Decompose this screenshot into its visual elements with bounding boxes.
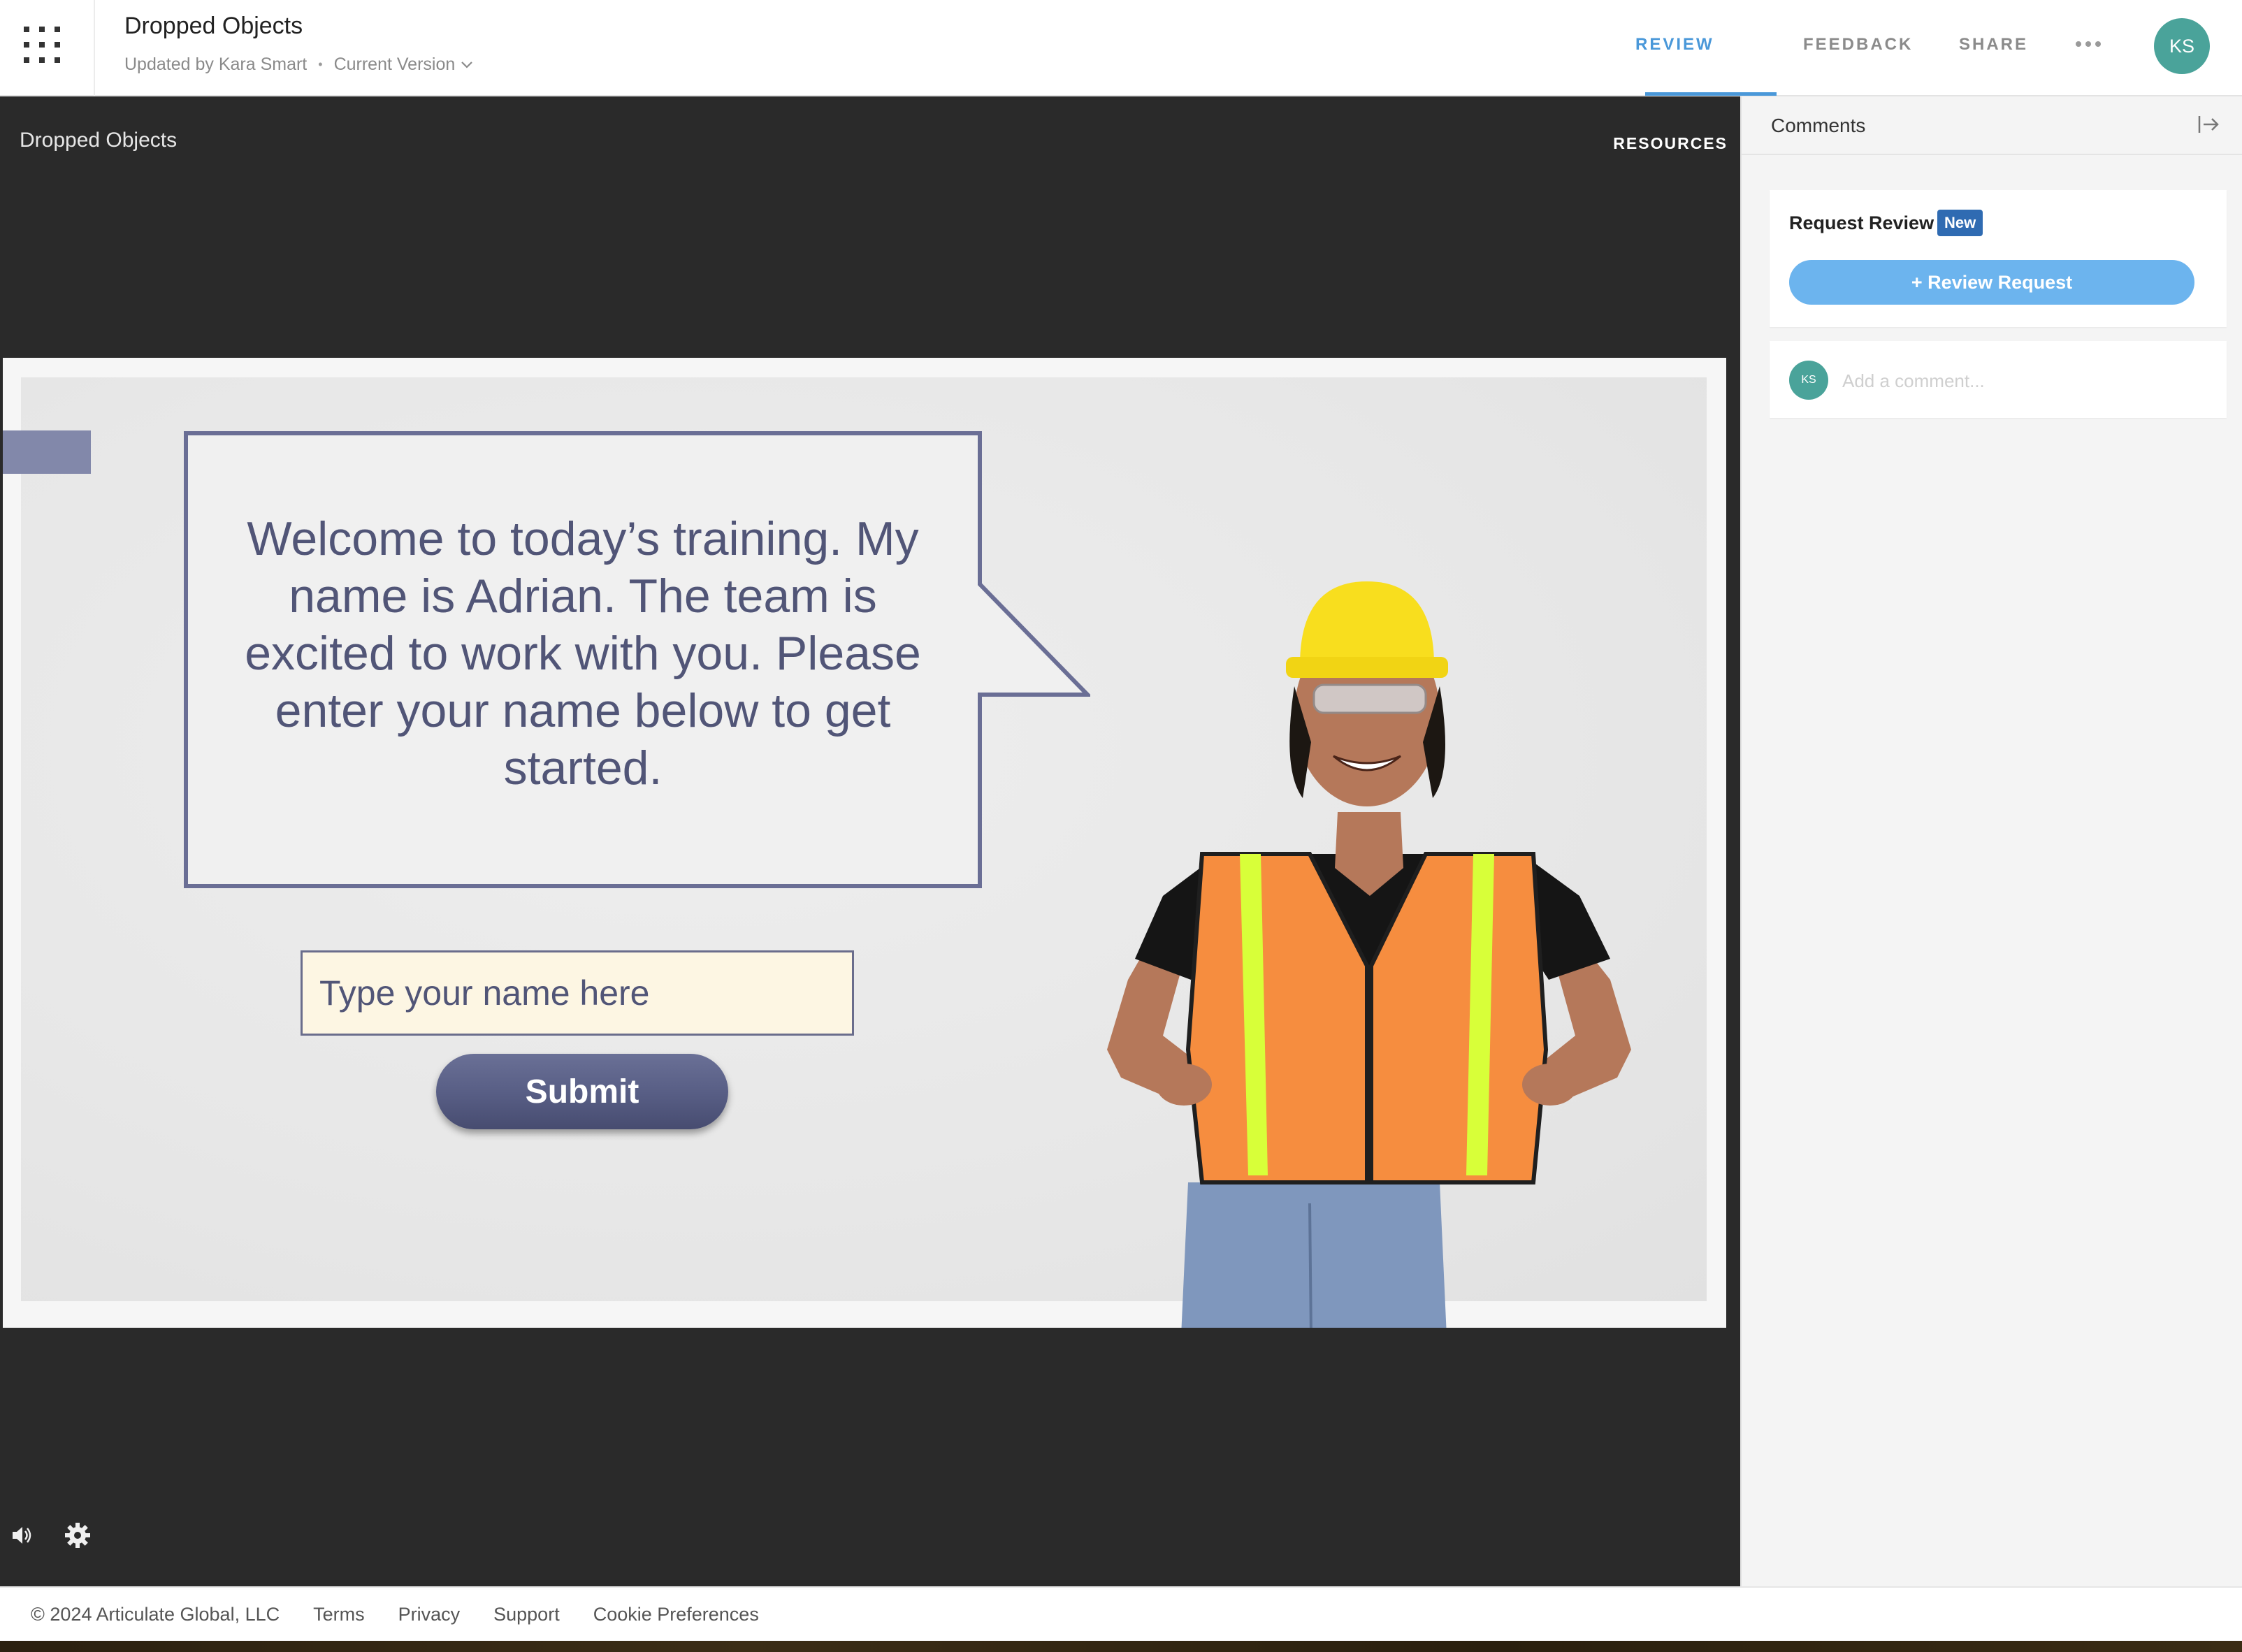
volume-icon[interactable] (10, 1523, 34, 1547)
comments-title: Comments (1771, 115, 1866, 136)
document-meta: Updated by Kara Smart • Current Version (124, 55, 473, 75)
resources-button[interactable]: RESOURCES (1613, 134, 1728, 153)
speech-text: Welcome to today’s training. My name is … (245, 512, 921, 795)
apps-grid-icon (24, 27, 60, 63)
updated-by-text: Updated by Kara Smart (124, 55, 308, 74)
footer-link-support[interactable]: Support (493, 1604, 560, 1625)
slide: Welcome to today’s training. My name is … (3, 358, 1726, 1328)
tab-review[interactable]: REVIEW (1635, 35, 1714, 55)
course-title: Dropped Objects (20, 129, 178, 152)
document-title: Dropped Objects (124, 13, 303, 39)
top-header: Dropped Objects Updated by Kara Smart • … (0, 0, 2242, 96)
active-tab-indicator (1645, 92, 1777, 96)
slide-accent-tab (3, 430, 91, 474)
copyright-text: © 2024 Articulate Global, LLC (31, 1603, 280, 1625)
name-input[interactable] (301, 950, 854, 1036)
request-review-label: Request Review (1789, 212, 1934, 233)
request-review-card: Request Review New + Review Request (1770, 190, 2227, 327)
footer-link-cookie-preferences[interactable]: Cookie Preferences (593, 1604, 759, 1625)
footer-link-terms[interactable]: Terms (313, 1604, 365, 1625)
user-avatar[interactable]: KS (2154, 18, 2210, 74)
worker-character-image (1107, 581, 1631, 1328)
comments-header: Comments (1742, 96, 2242, 155)
meta-separator: • (318, 57, 323, 71)
review-request-button[interactable]: + Review Request (1789, 260, 2194, 305)
version-label: Current Version (333, 55, 456, 74)
apps-menu-button[interactable] (0, 0, 95, 96)
chevron-down-icon (461, 61, 473, 68)
commenter-avatar: KS (1789, 361, 1828, 400)
tab-share[interactable]: SHARE (1959, 35, 2028, 55)
footer-link-privacy[interactable]: Privacy (398, 1604, 461, 1625)
add-comment-card: KS (1770, 341, 2227, 418)
submit-button[interactable]: Submit (436, 1054, 728, 1129)
version-dropdown[interactable]: Current Version (334, 55, 474, 75)
new-badge: New (1937, 210, 1983, 236)
more-horizontal-icon[interactable] (2073, 34, 2104, 55)
gear-icon[interactable] (64, 1522, 91, 1549)
comments-panel: Comments Request Review New + Review Req… (1740, 96, 2242, 1586)
desktop-background-strip (0, 1641, 2242, 1652)
comment-input[interactable] (1841, 361, 2207, 401)
player-stage: Dropped Objects RESOURCES Welcome to tod… (0, 96, 1740, 1586)
footer: © 2024 Articulate Global, LLC Terms Priv… (0, 1586, 2242, 1641)
tab-feedback[interactable]: FEEDBACK (1803, 35, 1913, 55)
collapse-panel-icon[interactable] (2197, 115, 2220, 134)
